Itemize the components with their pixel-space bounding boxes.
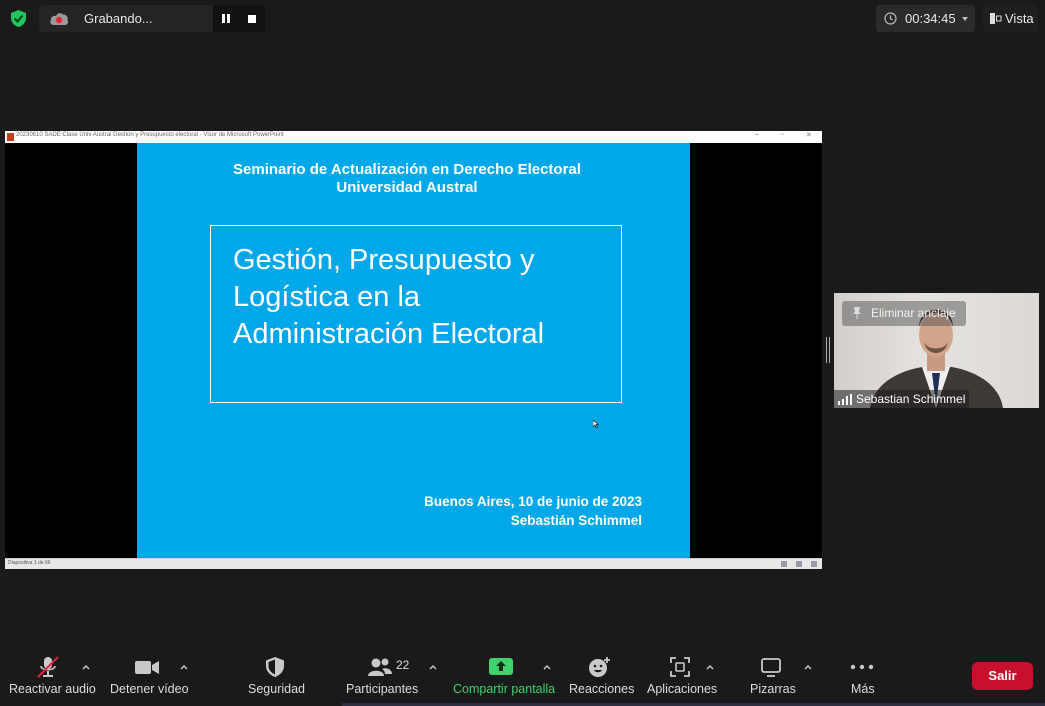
powerpoint-icon bbox=[7, 133, 14, 141]
recording-label: Grabando... bbox=[84, 11, 153, 26]
unmute-label: Reactivar audio bbox=[9, 682, 96, 696]
slide-title: Gestión, Presupuesto y Logística en la A… bbox=[233, 242, 613, 353]
apps-button[interactable]: Aplicaciones bbox=[642, 648, 722, 700]
participant-name: Sebastian Schimmel bbox=[856, 392, 966, 406]
participants-options-chevron-icon[interactable] bbox=[429, 664, 437, 670]
reactions-emoji-icon bbox=[589, 657, 610, 677]
unpin-button[interactable]: Eliminar anclaje bbox=[842, 301, 966, 326]
view-layout-icon bbox=[990, 13, 1002, 24]
security-shield-icon[interactable] bbox=[9, 9, 28, 28]
apps-label: Aplicaciones bbox=[647, 682, 718, 696]
apps-icon bbox=[670, 657, 690, 677]
close-icon: ✕ bbox=[806, 132, 812, 139]
unpin-label: Eliminar anclaje bbox=[871, 306, 956, 320]
meeting-toolbar: Reactivar audio Detener vídeo Seguridad … bbox=[0, 648, 1045, 706]
pause-recording-button[interactable] bbox=[213, 5, 239, 32]
reactions-button[interactable]: Reacciones bbox=[564, 648, 634, 700]
shared-window-statusbar: Diapositiva 1 de 66 bbox=[5, 558, 822, 569]
maximize-icon: ▫ bbox=[781, 131, 784, 138]
whiteboards-options-chevron-icon[interactable] bbox=[804, 664, 812, 670]
stop-video-label: Detener vídeo bbox=[110, 682, 189, 696]
whiteboard-icon bbox=[761, 658, 781, 677]
slide-counter: Diapositiva 1 de 66 bbox=[8, 560, 51, 566]
stop-icon bbox=[248, 14, 256, 23]
share-options-chevron-icon[interactable] bbox=[543, 664, 551, 670]
unmute-button[interactable]: Reactivar audio bbox=[0, 648, 100, 700]
presentation-slide: Seminario de Actualización en Derecho El… bbox=[137, 143, 690, 558]
more-button[interactable]: Más bbox=[840, 648, 884, 700]
view-button[interactable]: Vista bbox=[983, 5, 1038, 32]
stop-recording-button[interactable] bbox=[239, 5, 265, 32]
participant-video-tile[interactable]: Eliminar anclaje Sebastian Schimmel bbox=[834, 293, 1039, 408]
leave-meeting-button[interactable]: Salir bbox=[972, 662, 1033, 690]
share-screen-icon bbox=[489, 658, 513, 675]
view-label: Vista bbox=[1005, 11, 1034, 26]
slideshow-icon bbox=[811, 561, 817, 567]
shared-window-title: 20230610 SADE Clase Univ Austral Gestion… bbox=[16, 132, 284, 138]
security-shield-icon bbox=[266, 657, 284, 677]
pin-icon bbox=[853, 307, 861, 319]
shared-screen: 20230610 SADE Clase Univ Austral Gestion… bbox=[5, 131, 822, 569]
recording-indicator: Grabando... bbox=[39, 5, 265, 32]
minimize-icon: – bbox=[755, 131, 759, 138]
slide-title-line2: Logística en la bbox=[233, 281, 421, 313]
normal-view-icon bbox=[781, 561, 787, 567]
security-label: Seguridad bbox=[248, 682, 305, 696]
audio-options-chevron-icon[interactable] bbox=[82, 664, 90, 670]
slide-heading-line1: Seminario de Actualización en Derecho El… bbox=[233, 161, 581, 178]
participants-label: Participantes bbox=[346, 682, 419, 696]
slide-sorter-icon bbox=[796, 561, 802, 567]
slide-footer-line2: Sebastián Schimmel bbox=[510, 513, 642, 528]
whiteboards-button[interactable]: Pizarras bbox=[740, 648, 802, 700]
participants-count: 22 bbox=[396, 658, 410, 672]
slide-footer-line1: Buenos Aires, 10 de junio de 2023 bbox=[424, 494, 642, 509]
participants-button[interactable]: 22 Participantes bbox=[340, 648, 420, 700]
whiteboards-label: Pizarras bbox=[750, 682, 796, 696]
share-screen-button[interactable]: Compartir pantalla bbox=[448, 648, 558, 700]
meeting-timer[interactable]: 00:34:45 bbox=[876, 5, 975, 32]
slide-title-line1: Gestión, Presupuesto y bbox=[233, 244, 535, 276]
more-dots-icon bbox=[850, 664, 874, 670]
slide-title-line3: Administración Electoral bbox=[233, 318, 545, 350]
slide-footer: Buenos Aires, 10 de junio de 2023 Sebast… bbox=[424, 492, 642, 530]
cloud-recording-icon bbox=[50, 13, 69, 25]
clock-icon bbox=[884, 12, 897, 25]
apps-options-chevron-icon[interactable] bbox=[706, 664, 714, 670]
timer-value: 00:34:45 bbox=[905, 11, 956, 26]
video-camera-icon bbox=[135, 661, 159, 674]
split-resize-handle[interactable] bbox=[826, 337, 830, 363]
participant-name-tag: Sebastian Schimmel bbox=[834, 390, 970, 408]
participants-icon bbox=[368, 658, 392, 676]
more-label: Más bbox=[851, 682, 875, 696]
slide-heading: Seminario de Actualización en Derecho El… bbox=[137, 161, 677, 197]
signal-strength-icon bbox=[838, 394, 852, 405]
mouse-cursor-icon bbox=[593, 420, 599, 428]
reactions-label: Reacciones bbox=[569, 682, 635, 696]
security-button[interactable]: Seguridad bbox=[240, 648, 310, 700]
muted-microphone-icon bbox=[37, 656, 59, 678]
chevron-down-icon bbox=[962, 17, 968, 21]
pause-icon bbox=[222, 14, 230, 23]
share-screen-label: Compartir pantalla bbox=[453, 682, 556, 696]
shared-window-titlebar: 20230610 SADE Clase Univ Austral Gestion… bbox=[5, 131, 822, 143]
video-options-chevron-icon[interactable] bbox=[180, 664, 188, 670]
slide-heading-line2: Universidad Austral bbox=[336, 179, 478, 196]
stop-video-button[interactable]: Detener vídeo bbox=[104, 648, 194, 700]
